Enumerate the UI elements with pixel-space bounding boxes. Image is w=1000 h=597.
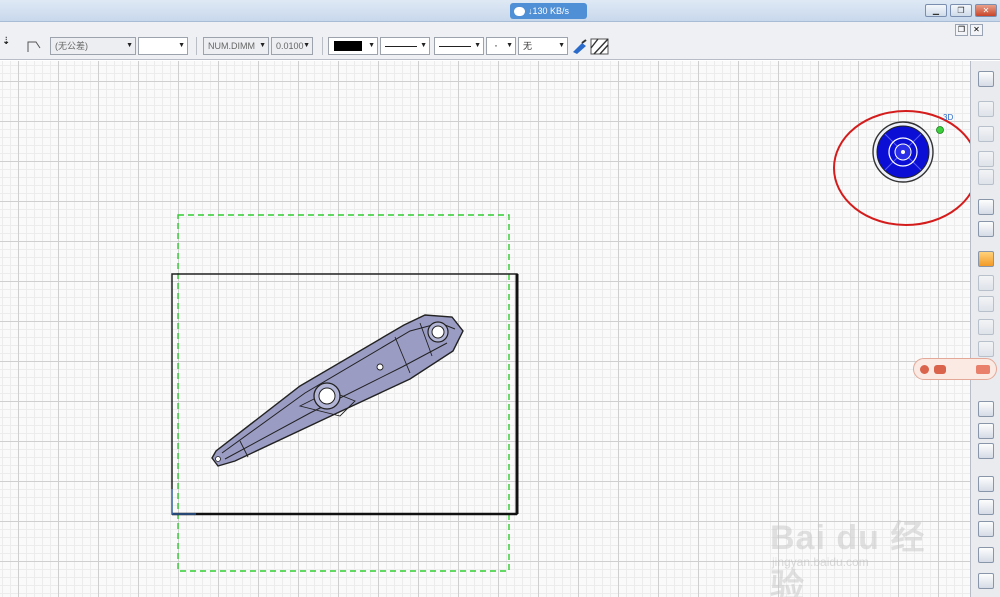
dimension-2-tool-icon[interactable] — [978, 499, 994, 515]
window-title-bar: ↓130 KB/s ▁ ❐ ✕ — [0, 0, 1000, 22]
view-gen-3-icon[interactable] — [978, 319, 994, 335]
numeric-format-value: NUM.DIMM — [208, 41, 255, 51]
right-toolbar — [970, 61, 1000, 597]
select-arrow-icon[interactable] — [978, 199, 994, 215]
chevron-down-icon: ▼ — [420, 42, 427, 49]
main-toolbar: ❐ ✕ ⇣ (无公差) ▼ ▼ NUM.DIMM ▼ 0.0100 ▼ ▼ ▼ ▼ ·… — [0, 22, 1000, 60]
view-gen-2-icon[interactable] — [978, 296, 994, 312]
constraint-tool-icon[interactable] — [978, 443, 994, 459]
chevron-down-icon: ▼ — [178, 42, 185, 49]
tolerance-combo-value: (无公差) — [55, 41, 88, 51]
dimension-tool-icon[interactable] — [978, 476, 994, 492]
toolbar-separator — [196, 37, 197, 55]
hatch-pattern-icon[interactable] — [590, 38, 612, 56]
curve-tool-icon[interactable] — [978, 521, 994, 537]
chevron-down-icon: ▼ — [558, 42, 565, 49]
toolbar-separator — [322, 37, 323, 55]
chevron-down-icon: ▼ — [474, 42, 481, 49]
orange-tool-icon[interactable] — [978, 251, 994, 267]
cloud-icon — [514, 7, 525, 17]
floating-toolbar[interactable] — [913, 358, 997, 380]
line-type-preview — [385, 46, 417, 47]
snap-icon[interactable]: ⇣ — [2, 36, 10, 47]
rectangle-tool-icon[interactable] — [978, 401, 994, 417]
restore-button[interactable]: ❐ — [950, 4, 972, 17]
chevron-down-icon: ▼ — [126, 42, 133, 49]
view-tool-3-icon[interactable] — [978, 126, 994, 142]
paintbrush-icon[interactable] — [570, 38, 590, 56]
capsule-icon[interactable] — [934, 365, 946, 374]
close-button[interactable]: ✕ — [975, 4, 997, 17]
precision-combo[interactable]: 0.0100 ▼ — [271, 37, 313, 55]
record-icon[interactable] — [920, 365, 929, 374]
secondary-combo[interactable]: ▼ — [138, 37, 188, 55]
sheet-tool-icon[interactable] — [978, 221, 994, 237]
view-tool-5-icon[interactable] — [978, 169, 994, 185]
doc-close-button[interactable]: ✕ — [970, 24, 983, 36]
view-gen-4-icon[interactable] — [978, 341, 994, 357]
point-symbol-icon: · — [494, 38, 498, 52]
chevron-down-icon: ▼ — [368, 42, 375, 49]
pattern-combo-value: 无 — [523, 41, 533, 51]
watermark-brand: Bai du 经验 — [770, 519, 926, 597]
line-weight-preview — [439, 46, 471, 47]
view-tool-1-icon[interactable] — [978, 71, 994, 87]
view-compass[interactable] — [872, 121, 944, 183]
chevron-down-icon: ▼ — [259, 42, 266, 49]
network-speed-badge: ↓130 KB/s — [510, 3, 587, 19]
chevron-down-icon: ▼ — [303, 42, 310, 49]
tolerance-combo[interactable]: (无公差) ▼ — [50, 37, 136, 55]
view-tool-4-icon[interactable] — [978, 151, 994, 167]
table-tool-icon[interactable] — [978, 423, 994, 439]
compass-mode-label: 3D — [943, 113, 954, 122]
grid-tool-icon[interactable] — [978, 573, 994, 589]
minimize-button[interactable]: ▁ — [925, 4, 947, 17]
doc-restore-button[interactable]: ❐ — [955, 24, 968, 36]
color-swatch — [334, 41, 362, 51]
keyboard-icon[interactable] — [976, 365, 990, 374]
rotation-handle[interactable] — [936, 126, 944, 134]
net-speed-text: ↓130 KB/s — [528, 6, 570, 16]
origin-axes-icon — [171, 489, 196, 515]
point-style-combo[interactable]: · ▼ — [486, 37, 516, 55]
tolerance-icon[interactable] — [24, 36, 44, 56]
text-tool-icon[interactable] — [978, 547, 994, 563]
view-tool-2-icon[interactable] — [978, 101, 994, 117]
precision-value: 0.0100 — [276, 41, 304, 51]
numeric-format-combo[interactable]: NUM.DIMM ▼ — [203, 37, 269, 55]
view-gen-1-icon[interactable] — [978, 275, 994, 291]
watermark-url: jingyan.baidu.com — [772, 555, 869, 569]
arm-part-view[interactable] — [211, 314, 464, 467]
baidu-watermark: Bai du 经验 jingyan.baidu.com — [770, 510, 940, 597]
chevron-down-icon: ▼ — [506, 42, 513, 49]
pattern-combo[interactable]: 无 ▼ — [518, 37, 568, 55]
